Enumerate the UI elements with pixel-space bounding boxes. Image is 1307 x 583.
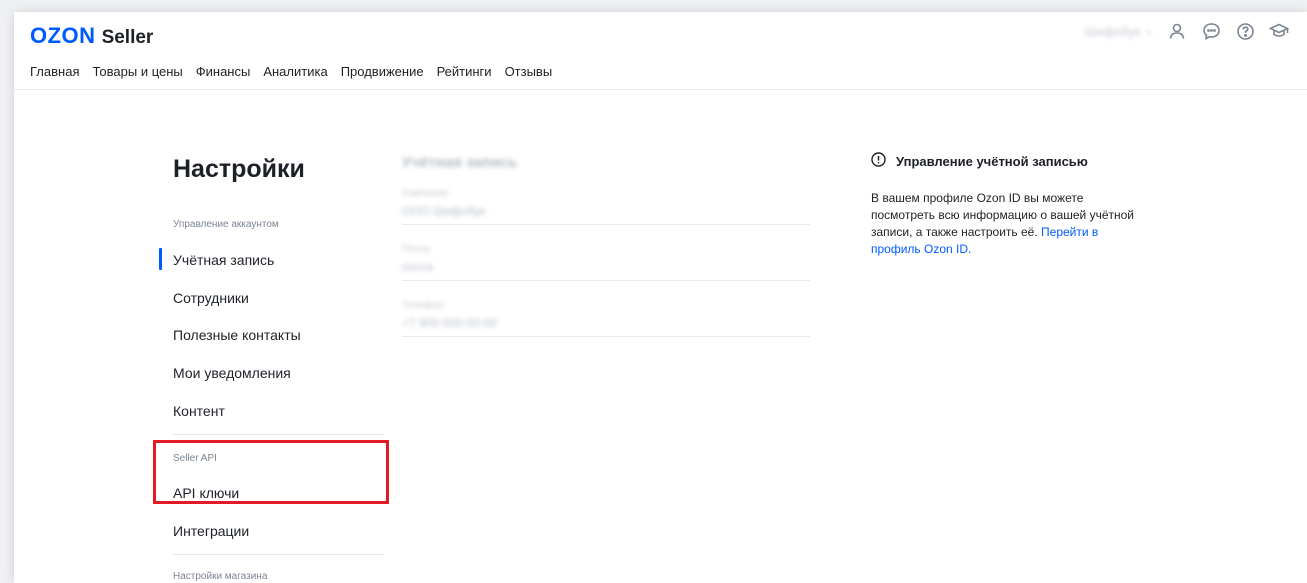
sidebar-section-seller-api: Seller API	[173, 453, 217, 464]
sidebar-section-store-settings: Настройки магазина	[173, 571, 268, 582]
user-icon[interactable]	[1167, 21, 1187, 41]
company-name: Шифобук	[1084, 23, 1141, 39]
sidebar-item-account[interactable]: Учётная запись	[173, 252, 274, 268]
nav-item-analytics[interactable]: Аналитика	[263, 64, 327, 79]
nav-item-products[interactable]: Товары и цены	[92, 64, 182, 79]
nav-item-reviews[interactable]: Отзывы	[505, 64, 553, 79]
nav-item-promotion[interactable]: Продвижение	[341, 64, 424, 79]
info-icon	[871, 152, 886, 170]
sidebar-item-content[interactable]: Контент	[173, 403, 225, 419]
field-label: Компания	[402, 188, 448, 199]
sidebar-divider	[173, 554, 384, 555]
sidebar-item-notifications[interactable]: Мои уведомления	[173, 365, 291, 381]
company-switcher[interactable]: Шифобук ⌄	[1084, 24, 1153, 39]
nav-item-finance[interactable]: Финансы	[196, 64, 251, 79]
field-divider	[402, 336, 810, 337]
chevron-down-icon: ⌄	[1144, 25, 1153, 37]
account-details: Учётная запись Компания ООО Шифобук Почт…	[402, 150, 810, 340]
field-value: почта	[402, 260, 434, 274]
field-value: ООО Шифобук	[402, 204, 486, 218]
sidebar-item-api-keys[interactable]: API ключи	[173, 485, 239, 501]
sidebar-section-account: Управление аккаунтом	[173, 219, 279, 230]
logo-brand: OZON	[30, 23, 96, 48]
account-title: Учётная запись	[402, 154, 518, 171]
header-actions: Шифобук ⌄	[1084, 21, 1289, 41]
top-navigation: Главная Товары и цены Финансы Аналитика …	[30, 64, 565, 79]
field-label: Телефон	[402, 300, 444, 311]
info-title: Управление учётной записью	[896, 153, 1088, 169]
info-body: В вашем профиле Ozon ID вы можете посмот…	[871, 190, 1141, 258]
info-panel: Управление учётной записью В вашем профи…	[871, 152, 1141, 258]
field-label: Почта	[402, 244, 430, 255]
sidebar-divider	[173, 434, 384, 435]
app-window: OZON Seller Шифобук ⌄ Главная Товары и ц…	[14, 12, 1307, 583]
nav-item-home[interactable]: Главная	[30, 64, 79, 79]
education-icon[interactable]	[1269, 21, 1289, 41]
sidebar-item-integrations[interactable]: Интеграции	[173, 523, 249, 539]
help-icon[interactable]	[1235, 21, 1255, 41]
field-divider	[402, 280, 810, 281]
active-item-marker	[159, 248, 162, 270]
page-title: Настройки	[173, 155, 305, 183]
chat-icon[interactable]	[1201, 21, 1221, 41]
topnav-divider	[14, 89, 1307, 90]
sidebar-item-contacts[interactable]: Полезные контакты	[173, 327, 301, 343]
info-header: Управление учётной записью	[871, 152, 1141, 170]
logo-product: Seller	[101, 27, 154, 48]
sidebar-item-employees[interactable]: Сотрудники	[173, 290, 249, 306]
ozon-seller-logo[interactable]: OZON Seller	[30, 23, 154, 48]
nav-item-ratings[interactable]: Рейтинги	[437, 64, 492, 79]
field-divider	[402, 224, 810, 225]
field-value: +7 900 000-00-00	[402, 316, 498, 330]
